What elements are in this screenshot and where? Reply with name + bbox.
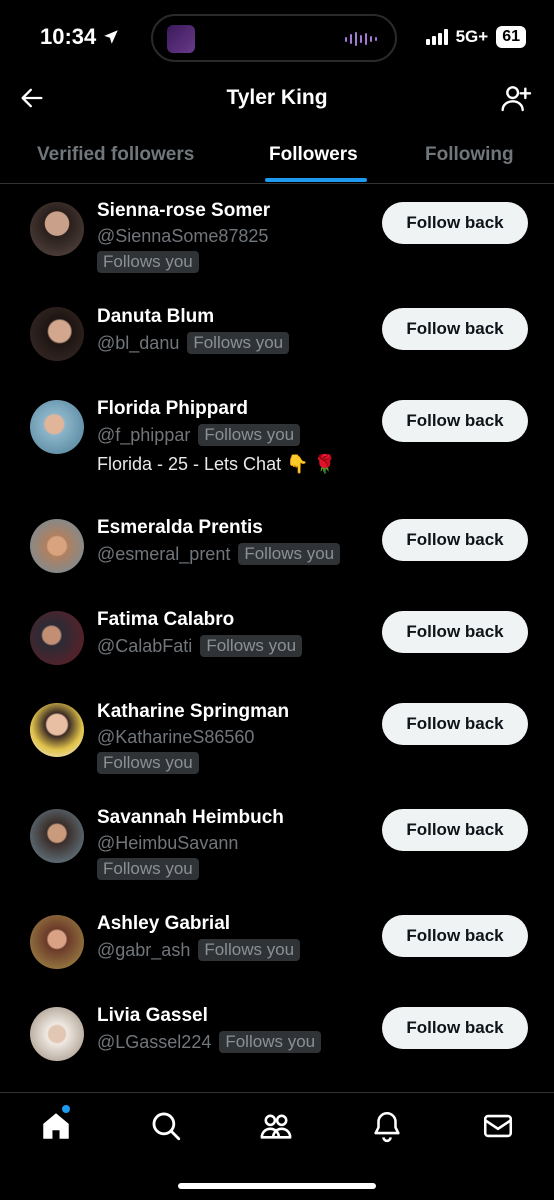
avatar[interactable] <box>30 307 84 361</box>
handle-line: @f_phippar Follows you <box>97 424 301 446</box>
location-arrow-icon <box>104 30 119 44</box>
active-tab-indicator <box>265 178 367 182</box>
follows-you-badge: Follows you <box>97 858 199 880</box>
tab-bar: Verified followers Followers Following <box>0 126 554 184</box>
follows-you-badge: Follows you <box>187 332 290 354</box>
avatar[interactable] <box>30 611 84 665</box>
tab-following[interactable]: Following <box>425 144 514 166</box>
user-handle: @SiennaSome87825 <box>97 226 269 246</box>
follows-you-badge: Follows you <box>97 251 199 273</box>
user-name[interactable]: Savannah Heimbuch <box>97 807 284 829</box>
user-handle: @HeimbuSavann <box>97 833 239 853</box>
status-time: 10:34 <box>40 24 120 50</box>
handle-line: @gabr_ash Follows you <box>97 939 301 961</box>
user-handle: @CalabFati <box>97 635 193 656</box>
header: Tyler King <box>0 72 554 126</box>
status-time-text: 10:34 <box>40 24 97 49</box>
user-handle: @KatharineS86560 <box>97 727 255 747</box>
handle-line: @CalabFati Follows you <box>97 635 303 657</box>
follows-you-badge: Follows you <box>219 1031 322 1053</box>
follows-you-badge: Follows you <box>198 424 301 446</box>
avatar[interactable] <box>30 915 84 969</box>
badge-line: Follows you <box>97 251 199 273</box>
now-playing-artwork <box>167 25 195 53</box>
home-notification-dot <box>62 1105 70 1113</box>
follow-back-button[interactable]: Follow back <box>382 809 528 851</box>
follow-back-button[interactable]: Follow back <box>382 703 528 745</box>
home-indicator[interactable] <box>178 1183 376 1189</box>
user-name[interactable]: Danuta Blum <box>97 306 214 328</box>
add-user-icon[interactable] <box>500 82 532 114</box>
follow-back-button[interactable]: Follow back <box>382 519 528 561</box>
handle-line: @LGassel224 Follows you <box>97 1031 322 1053</box>
user-name[interactable]: Esmeralda Prentis <box>97 517 263 539</box>
follows-you-badge: Follows you <box>97 752 199 774</box>
user-name[interactable]: Livia Gassel <box>97 1005 208 1027</box>
badge-line: Follows you <box>97 752 199 774</box>
battery-indicator: 61 <box>496 26 526 48</box>
user-handle: @bl_danu <box>97 332 180 353</box>
communities-icon[interactable] <box>259 1109 293 1143</box>
home-icon[interactable] <box>39 1109 73 1143</box>
follows-you-badge: Follows you <box>198 939 301 961</box>
follow-back-button[interactable]: Follow back <box>382 611 528 653</box>
handle-line: @esmeral_prent Follows you <box>97 543 341 565</box>
user-handle: @LGassel224 <box>97 1031 212 1052</box>
follow-back-button[interactable]: Follow back <box>382 915 528 957</box>
audio-waveform-icon <box>345 32 377 46</box>
search-icon[interactable] <box>149 1109 183 1143</box>
user-handle: @f_phippar <box>97 424 191 445</box>
follows-you-badge: Follows you <box>238 543 341 565</box>
follow-back-button[interactable]: Follow back <box>382 1007 528 1049</box>
avatar[interactable] <box>30 1007 84 1061</box>
user-name[interactable]: Sienna-rose Somer <box>97 200 270 222</box>
handle-line: @SiennaSome87825 <box>97 226 268 247</box>
dynamic-island[interactable] <box>151 14 397 62</box>
avatar[interactable] <box>30 202 84 256</box>
avatar[interactable] <box>30 519 84 573</box>
status-indicators: 5G+ 61 <box>425 26 526 48</box>
follow-back-button[interactable]: Follow back <box>382 202 528 244</box>
handle-line: @bl_danu Follows you <box>97 332 290 354</box>
network-type: 5G+ <box>455 27 489 46</box>
user-handle: @gabr_ash <box>97 939 191 960</box>
user-name[interactable]: Florida Phippard <box>97 398 248 420</box>
avatar[interactable] <box>30 703 84 757</box>
tab-verified-followers[interactable]: Verified followers <box>37 144 194 166</box>
user-bio: Florida - 25 - Lets Chat 👇 🌹 <box>97 454 336 474</box>
user-name[interactable]: Ashley Gabrial <box>97 913 230 935</box>
messages-icon[interactable] <box>481 1109 515 1143</box>
user-handle: @esmeral_prent <box>97 543 231 564</box>
page-title: Tyler King <box>226 86 328 109</box>
user-name[interactable]: Katharine Springman <box>97 701 289 723</box>
follow-back-button[interactable]: Follow back <box>382 308 528 350</box>
avatar[interactable] <box>30 400 84 454</box>
notifications-icon[interactable] <box>370 1109 404 1143</box>
badge-line: Follows you <box>97 858 199 880</box>
tab-followers[interactable]: Followers <box>269 144 358 166</box>
follows-you-badge: Follows you <box>200 635 303 657</box>
follow-back-button[interactable]: Follow back <box>382 400 528 442</box>
status-bar: 10:34 5G+ 61 <box>0 0 554 78</box>
user-name[interactable]: Fatima Calabro <box>97 609 234 631</box>
cellular-signal-icon <box>425 29 448 45</box>
handle-line: @HeimbuSavann <box>97 833 238 854</box>
handle-line: @KatharineS86560 <box>97 727 254 748</box>
avatar[interactable] <box>30 809 84 863</box>
